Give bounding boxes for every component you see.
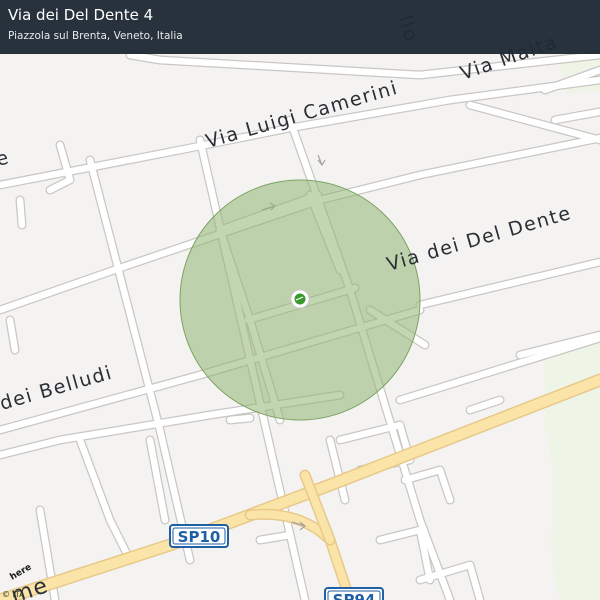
road-shield-sp10-label: SP10: [178, 528, 221, 546]
location-header: Via dei Del Dente 4 Piazzola sul Brenta,…: [0, 0, 600, 54]
road-shield-sp94: SP94: [324, 587, 384, 600]
road-shield-sp94-label: SP94: [333, 591, 376, 600]
address-title: Via dei Del Dente 4: [8, 6, 154, 24]
address-subtitle: Piazzola sul Brenta, Veneto, Italia: [8, 30, 183, 42]
location-marker[interactable]: [290, 289, 310, 309]
map-canvas[interactable]: Via Malta Via Luigi Camerini Via dei Del…: [0, 0, 600, 600]
map-attribution: © ITA: [2, 590, 25, 599]
road-shield-sp10: SP10: [169, 524, 229, 548]
